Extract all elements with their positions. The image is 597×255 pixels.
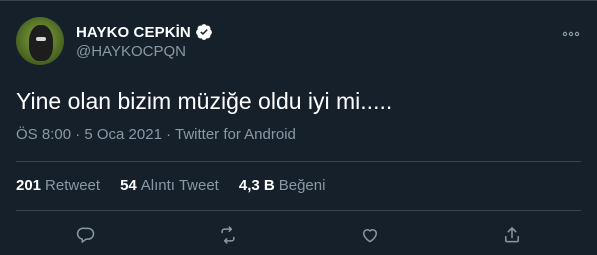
retweet-icon[interactable] — [216, 223, 240, 247]
divider — [16, 161, 581, 162]
quote-tweet-count-label: Alıntı Tweet — [140, 177, 219, 194]
more-options-icon[interactable] — [561, 25, 581, 37]
display-name[interactable]: HAYKO CEPKİN — [76, 24, 191, 41]
verified-badge-icon — [195, 23, 213, 41]
quote-tweet-count[interactable]: 54 Alıntı Tweet — [120, 177, 219, 194]
tweet-text: Yine olan bizim müziğe oldu iyi mi..... — [16, 88, 393, 114]
retweet-count-label: Retweet — [45, 177, 101, 194]
user-handle[interactable]: @HAYKOCPQN — [76, 43, 186, 60]
tweet-meta[interactable]: ÖS 8:00 · 5 Oca 2021 · Twitter for Andro… — [16, 126, 296, 143]
retweet-count[interactable]: 201 Retweet — [16, 177, 100, 194]
tweet-card: HAYKO CEPKİN @HAYKOCPQN Yine olan bizim … — [0, 0, 597, 255]
reply-icon[interactable] — [74, 223, 98, 247]
heart-icon[interactable] — [358, 223, 382, 247]
like-count-value: 4,3 B — [238, 177, 275, 194]
engagement-stats: 201 Retweet 54 Alıntı Tweet 4,3 B Beğeni — [16, 177, 325, 194]
avatar[interactable] — [16, 17, 64, 65]
like-count[interactable]: 4,3 B Beğeni — [239, 177, 326, 194]
user-name-row: HAYKO CEPKİN — [76, 23, 213, 41]
retweet-count-value: 201 — [16, 177, 42, 194]
action-bar — [0, 221, 597, 249]
divider — [16, 210, 581, 211]
quote-tweet-count-value: 54 — [120, 177, 137, 194]
like-count-label: Beğeni — [278, 177, 326, 194]
share-icon[interactable] — [500, 223, 524, 247]
